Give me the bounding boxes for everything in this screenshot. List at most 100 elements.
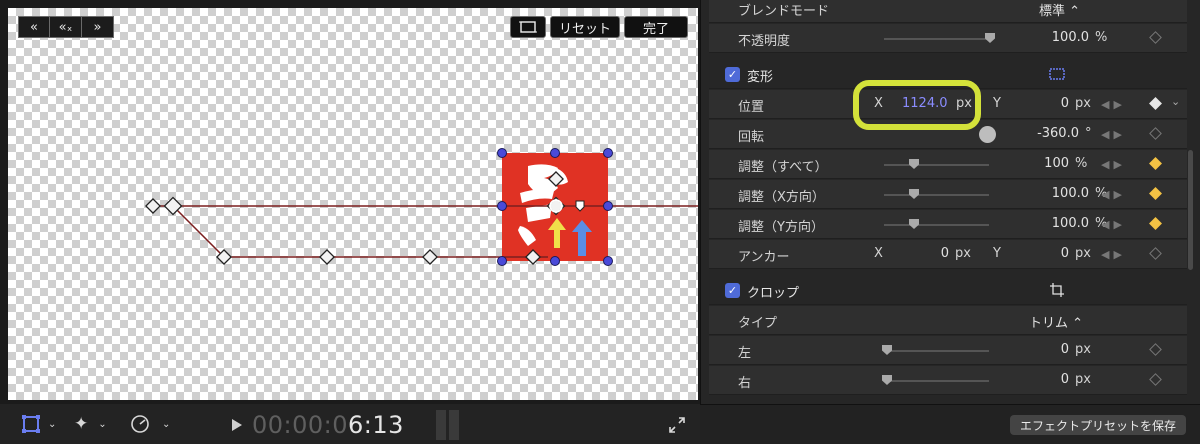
save-effects-preset-button[interactable]: エフェクトプリセットを保存 [1009, 415, 1186, 435]
scale-x-keyframe-button[interactable] [1149, 187, 1162, 200]
crop-left-slider-knob[interactable] [882, 345, 892, 355]
anchor-x-value[interactable]: 0 [869, 246, 949, 261]
chevron-down-icon: ⌄ [98, 418, 107, 430]
scale-y-keyframe-button[interactable] [1149, 217, 1162, 230]
next-keyframe-icon[interactable]: ▶ [1113, 188, 1121, 201]
position-keyframe-button[interactable] [1149, 97, 1162, 110]
chevron-down-icon[interactable]: ⌄ [1171, 95, 1180, 108]
enhance-tool-menu[interactable]: ✦ ⌄ [74, 412, 107, 436]
transform-toggle-button[interactable] [509, 16, 546, 38]
viewer-canvas[interactable] [8, 8, 698, 400]
transform-frame-icon [518, 21, 537, 33]
scale-x-slider-knob[interactable] [909, 189, 919, 199]
delete-keyframe-button[interactable]: «ₓ [50, 16, 82, 38]
crop-type-popup[interactable]: トリム ⌃ [1029, 312, 1083, 331]
prev-keyframe-icon[interactable]: ◀ [1101, 218, 1109, 231]
next-keyframe-icon[interactable]: ▶ [1113, 98, 1121, 111]
scale-x-row: 調整（X方向） 100.0 % ◀ ▶ [709, 180, 1187, 209]
prev-keyframe-icon[interactable]: ◀ [1101, 98, 1109, 111]
crop-right-unit: px [1075, 372, 1091, 387]
transform-handle [550, 256, 560, 266]
anchor-y-value[interactable]: 0 [989, 246, 1069, 261]
transform-onscreen-control-icon[interactable] [1049, 68, 1065, 80]
anchor-keyframe-nav[interactable]: ◀ ▶ [1101, 248, 1122, 261]
position-y-unit: px [1075, 96, 1091, 111]
prev-keyframe-icon[interactable]: ◀ [1101, 188, 1109, 201]
scale-y-slider-knob[interactable] [909, 219, 919, 229]
scale-y-value[interactable]: 100.0 [1009, 216, 1089, 231]
motion-path-overlay [145, 148, 698, 266]
speed-gauge-icon [131, 415, 149, 433]
transform-enable-checkbox[interactable]: ✓ [725, 67, 740, 82]
play-icon[interactable] [232, 419, 242, 431]
transform-tool-menu[interactable]: ⌄ [20, 412, 56, 436]
opacity-keyframe-button[interactable] [1149, 31, 1162, 44]
reset-button[interactable]: リセット [549, 16, 620, 38]
scale-y-label: 調整（Y方向） [738, 220, 824, 235]
scale-x-label: 調整（X方向） [738, 190, 825, 205]
rotation-keyframe-nav[interactable]: ◀ ▶ [1101, 128, 1122, 141]
crop-onscreen-control-icon[interactable] [1049, 282, 1065, 298]
scale-y-slider[interactable] [884, 224, 989, 226]
scale-all-slider-knob[interactable] [909, 159, 919, 169]
crop-section-header: ✓ クロップ [709, 276, 1187, 305]
next-keyframe-icon[interactable]: ▶ [1113, 128, 1121, 141]
crop-right-slider-knob[interactable] [882, 375, 892, 385]
anchor-keyframe-button[interactable] [1149, 247, 1162, 260]
transform-section-title: 変形 [747, 70, 774, 85]
transform-handle [603, 148, 613, 158]
crop-right-keyframe-button[interactable] [1149, 373, 1162, 386]
scale-all-value[interactable]: 100 [989, 156, 1069, 171]
crop-left-keyframe-button[interactable] [1149, 343, 1162, 356]
blend-mode-popup[interactable]: 標準 ⌃ [1039, 0, 1080, 19]
scale-y-keyframe-nav[interactable]: ◀ ▶ [1101, 218, 1122, 231]
scale-x-keyframe-nav[interactable]: ◀ ▶ [1101, 188, 1122, 201]
crop-section-title: クロップ [747, 286, 800, 301]
magic-wand-icon: ✦ [74, 414, 89, 434]
prev-keyframe-button[interactable]: « [18, 16, 50, 38]
scale-all-unit: % [1075, 156, 1088, 171]
rotation-value[interactable]: -360.0 [999, 126, 1079, 141]
inspector-scrollbar[interactable] [1188, 150, 1193, 270]
position-label: 位置 [738, 100, 765, 115]
rotation-dial[interactable] [979, 126, 996, 143]
crop-right-value[interactable]: 0 [989, 372, 1069, 387]
transform-handle [603, 201, 613, 211]
crop-right-label: 右 [738, 376, 752, 391]
position-keyframe-nav[interactable]: ◀ ▶ [1101, 98, 1122, 111]
transform-handle [497, 256, 507, 266]
opacity-unit: % [1095, 30, 1108, 45]
speed-tool-menu[interactable]: ⌄ [130, 412, 170, 436]
anchor-row: アンカー X 0 px Y 0 px ◀ ▶ [709, 240, 1187, 269]
blend-mode-label: ブレンドモード [738, 4, 830, 19]
crop-left-unit: px [1075, 342, 1091, 357]
done-button[interactable]: 完了 [623, 16, 688, 38]
opacity-slider[interactable] [884, 38, 989, 40]
scale-all-keyframe-nav[interactable]: ◀ ▶ [1101, 158, 1122, 171]
video-inspector: ブレンドモード 標準 ⌃ 不透明度 100.0 % ✓ 変形 位置 X 1124… [700, 0, 1200, 444]
blend-mode-row: ブレンドモード 標準 ⌃ [709, 0, 1187, 23]
opacity-slider-knob[interactable] [985, 33, 995, 43]
next-keyframe-icon[interactable]: ▶ [1113, 248, 1121, 261]
prev-keyframe-icon[interactable]: ◀ [1101, 158, 1109, 171]
fullscreen-icon[interactable] [668, 416, 686, 434]
timecode-current: 6:13 [348, 411, 404, 439]
rotation-keyframe-button[interactable] [1149, 127, 1162, 140]
scale-all-slider[interactable] [884, 164, 989, 166]
scale-x-slider[interactable] [884, 194, 989, 196]
crop-right-slider[interactable] [884, 380, 989, 382]
next-keyframe-icon[interactable]: ▶ [1113, 158, 1121, 171]
crop-enable-checkbox[interactable]: ✓ [725, 283, 740, 298]
next-keyframe-button[interactable]: » [82, 16, 114, 38]
prev-keyframe-icon[interactable]: ◀ [1101, 128, 1109, 141]
prev-keyframe-icon[interactable]: ◀ [1101, 248, 1109, 261]
next-keyframe-icon[interactable]: ▶ [1113, 218, 1121, 231]
crop-left-value[interactable]: 0 [989, 342, 1069, 357]
crop-left-slider[interactable] [884, 350, 989, 352]
opacity-value[interactable]: 100.0 [1009, 30, 1089, 45]
position-y-value[interactable]: 0 [989, 96, 1069, 111]
transform-tool-icon [22, 415, 40, 433]
scale-x-value[interactable]: 100.0 [1009, 186, 1089, 201]
scale-all-keyframe-button[interactable] [1149, 157, 1162, 170]
opacity-row: 不透明度 100.0 % [709, 24, 1187, 53]
